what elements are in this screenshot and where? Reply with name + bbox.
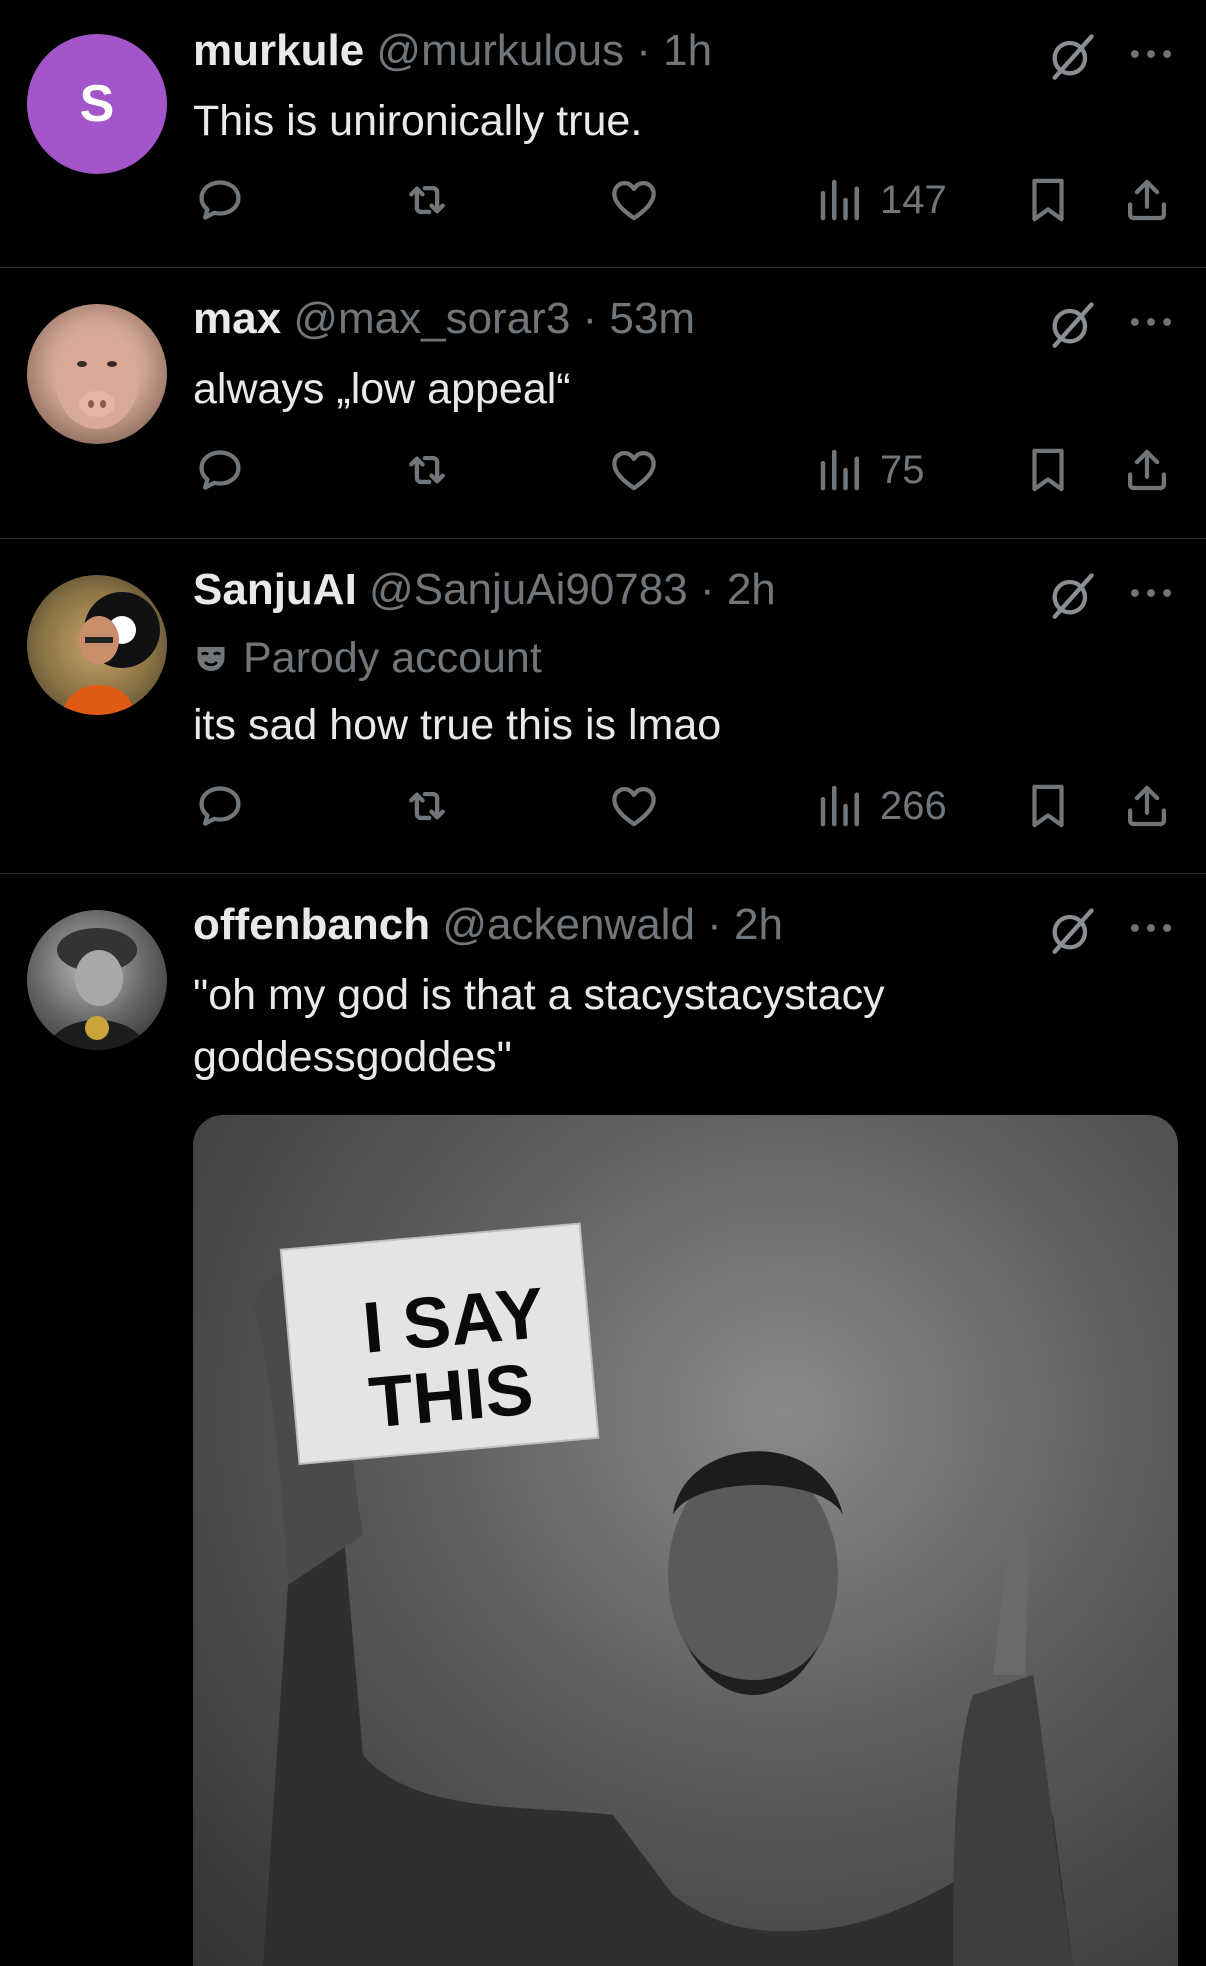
separator: · xyxy=(570,294,610,343)
retweet-button[interactable] xyxy=(400,776,454,836)
tweet-header: max @max_sorar3 · 53m xyxy=(193,294,695,344)
separator: · xyxy=(624,26,664,75)
heart-icon xyxy=(607,443,661,497)
bookmark-button[interactable] xyxy=(1021,440,1075,500)
share-icon xyxy=(1120,779,1174,833)
share-button[interactable] xyxy=(1120,776,1174,836)
more-options-icon[interactable] xyxy=(1128,312,1174,332)
display-name[interactable]: max xyxy=(193,294,281,343)
views-count: 75 xyxy=(880,447,925,492)
separator: · xyxy=(694,900,735,949)
share-icon xyxy=(1120,443,1174,497)
views-button[interactable]: 147 xyxy=(814,170,947,230)
reply-button[interactable] xyxy=(193,170,247,230)
reply-icon xyxy=(193,779,247,833)
display-name[interactable]: SanjuAI xyxy=(193,565,357,614)
bookmark-button[interactable] xyxy=(1021,170,1075,230)
tweet-actions: 147 xyxy=(0,170,1206,230)
separator: · xyxy=(687,565,727,614)
retweet-button[interactable] xyxy=(400,440,454,500)
grok-icon[interactable] xyxy=(1046,30,1098,82)
reply-button[interactable] xyxy=(193,440,247,500)
reply-icon xyxy=(193,443,247,497)
more-options-icon[interactable] xyxy=(1128,583,1174,603)
reply-button[interactable] xyxy=(193,776,247,836)
timestamp[interactable]: 53m xyxy=(609,294,695,343)
views-icon xyxy=(814,443,868,497)
grok-icon[interactable] xyxy=(1046,298,1098,350)
more-options-icon[interactable] xyxy=(1128,918,1174,938)
grok-icon[interactable] xyxy=(1046,904,1098,956)
parody-badge: Parody account xyxy=(193,634,542,683)
heart-icon xyxy=(607,173,661,227)
retweet-icon xyxy=(400,443,454,497)
avatar-letter: S xyxy=(79,75,115,133)
avatar[interactable] xyxy=(27,575,167,715)
share-button[interactable] xyxy=(1120,440,1174,500)
gigachad-meme-image: I SAY THIS xyxy=(253,1222,1073,1966)
retweet-button[interactable] xyxy=(400,170,454,230)
tweet-text-line: "oh my god is that a stacystacystacy xyxy=(193,971,885,1019)
handle[interactable]: @max_sorar3 xyxy=(293,294,570,343)
share-button[interactable] xyxy=(1120,170,1174,230)
bookmark-icon xyxy=(1021,443,1075,497)
tweet-media-image[interactable]: I SAY THIS xyxy=(193,1115,1178,1966)
handle[interactable]: @SanjuAi90783 xyxy=(369,565,688,614)
tweet-text-line: goddessgoddes" xyxy=(193,1033,512,1081)
views-button[interactable]: 75 xyxy=(814,440,925,500)
grok-icon[interactable] xyxy=(1046,569,1098,621)
like-button[interactable] xyxy=(607,440,661,500)
tweet-text: always „low appeal“ xyxy=(193,365,571,413)
avatar[interactable] xyxy=(27,910,167,1050)
display-name[interactable]: offenbanch xyxy=(193,900,430,949)
tweet-header: offenbanch @ackenwald · 2h xyxy=(193,900,783,950)
views-icon xyxy=(814,173,868,227)
tweet-actions: 75 xyxy=(0,440,1206,500)
retweet-icon xyxy=(400,173,454,227)
pig-avatar-image xyxy=(55,329,139,429)
like-button[interactable] xyxy=(607,170,661,230)
tweet[interactable]: SanjuAI @SanjuAi90783 · 2h Parody accoun… xyxy=(0,539,1206,874)
more-options-icon[interactable] xyxy=(1128,44,1174,64)
avatar[interactable]: S xyxy=(27,34,167,174)
offenbanch-avatar-image xyxy=(47,928,147,1050)
tweet[interactable]: S murkule @murkulous · 1h This is uniron… xyxy=(0,0,1206,268)
views-count: 147 xyxy=(880,177,947,222)
avatar[interactable] xyxy=(27,304,167,444)
timestamp[interactable]: 2h xyxy=(727,565,776,614)
share-icon xyxy=(1120,173,1174,227)
parody-label: Parody account xyxy=(243,634,542,682)
like-button[interactable] xyxy=(607,776,661,836)
reply-icon xyxy=(193,173,247,227)
handle[interactable]: @ackenwald xyxy=(442,900,695,949)
timestamp[interactable]: 2h xyxy=(734,900,783,949)
heart-icon xyxy=(607,779,661,833)
display-name[interactable]: murkule xyxy=(193,26,364,75)
tweet-actions: 266 xyxy=(0,776,1206,836)
retweet-icon xyxy=(400,779,454,833)
tweet-header: SanjuAI @SanjuAi90783 · 2h xyxy=(193,565,776,615)
tweet-header: murkule @murkulous · 1h xyxy=(193,26,712,76)
mask-icon xyxy=(197,646,225,671)
handle[interactable]: @murkulous xyxy=(376,26,624,75)
timestamp[interactable]: 1h xyxy=(663,26,712,75)
tweet[interactable]: max @max_sorar3 · 53m always „low appeal… xyxy=(0,268,1206,539)
bookmark-icon xyxy=(1021,779,1075,833)
sanju-avatar-image xyxy=(62,592,160,715)
bookmark-button[interactable] xyxy=(1021,776,1075,836)
sign-text-line: THIS xyxy=(366,1349,536,1443)
views-icon xyxy=(814,779,868,833)
bookmark-icon xyxy=(1021,173,1075,227)
views-button[interactable]: 266 xyxy=(814,776,947,836)
views-count: 266 xyxy=(880,783,947,828)
tweet-text: This is unironically true. xyxy=(193,97,643,145)
tweet-text: its sad how true this is lmao xyxy=(193,701,722,749)
tweet-text: "oh my god is that a stacystacystacy god… xyxy=(193,964,885,1088)
